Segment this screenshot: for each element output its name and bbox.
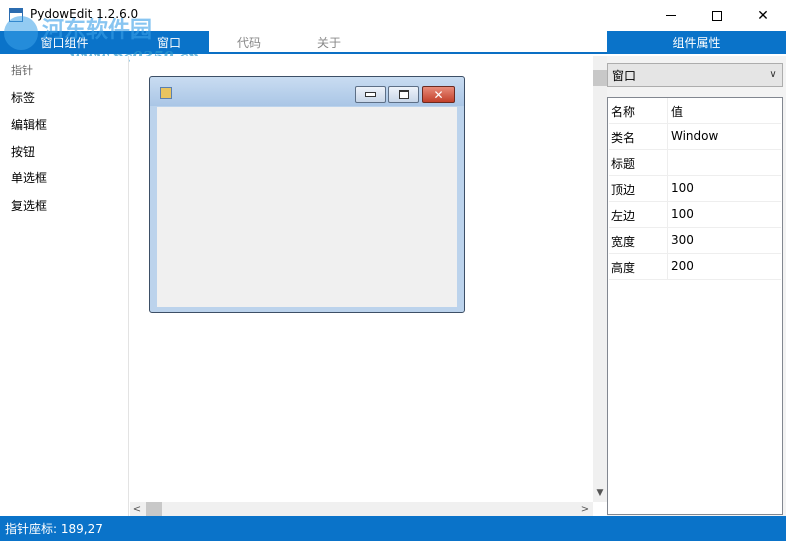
tool-pointer[interactable]: 指针 xyxy=(11,62,33,78)
scroll-left-icon[interactable]: < xyxy=(130,502,144,516)
form-preview-window[interactable]: ✕ xyxy=(149,76,465,313)
maximize-button[interactable] xyxy=(694,0,740,31)
tab-about[interactable]: 关于 xyxy=(289,31,369,54)
property-row[interactable]: 顶边 100 xyxy=(609,176,781,202)
property-key: 宽度 xyxy=(611,235,636,249)
property-row[interactable]: 左边 100 xyxy=(609,202,781,228)
property-row[interactable]: 宽度 300 xyxy=(609,228,781,254)
python-icon xyxy=(160,87,172,99)
component-select-value: 窗口 xyxy=(612,68,637,83)
property-key: 高度 xyxy=(611,261,636,275)
form-maximize-button[interactable] xyxy=(388,86,419,103)
status-bar: 指针座标: 189,27 xyxy=(0,516,786,541)
property-header-row: 名称 值 xyxy=(609,98,781,124)
property-header-key: 名称 xyxy=(611,105,636,119)
minimize-button[interactable] xyxy=(648,0,694,31)
property-key: 标题 xyxy=(611,157,636,171)
property-header-value: 值 xyxy=(671,105,684,119)
form-close-button[interactable]: ✕ xyxy=(422,86,455,103)
tab-properties[interactable]: 组件属性 xyxy=(607,31,786,54)
tool-radio[interactable]: 单选框 xyxy=(11,169,47,186)
close-icon: ✕ xyxy=(757,7,769,24)
property-key: 类名 xyxy=(611,131,636,145)
pointer-coordinates: 指针座标: 189,27 xyxy=(5,522,103,536)
scroll-down-icon[interactable]: ▼ xyxy=(593,486,607,500)
watermark-name: 河东软件园 xyxy=(42,17,153,43)
minimize-icon xyxy=(666,15,676,16)
tool-button[interactable]: 按钮 xyxy=(11,143,35,160)
property-row[interactable]: 类名 Window xyxy=(609,124,781,150)
property-row[interactable]: 标题 xyxy=(609,150,781,176)
maximize-icon xyxy=(398,90,409,99)
close-button[interactable]: ✕ xyxy=(740,0,786,31)
watermark-logo-icon xyxy=(4,16,38,50)
horizontal-scrollbar[interactable] xyxy=(130,502,593,516)
form-preview-titlebar[interactable]: ✕ xyxy=(150,77,464,106)
property-key: 左边 xyxy=(611,209,636,223)
property-value[interactable]: 100 xyxy=(671,181,694,195)
property-grid: 名称 值 类名 Window 标题 顶边 100 左边 100 宽度 300 高… xyxy=(607,97,783,515)
property-row[interactable]: 高度 200 xyxy=(609,254,781,280)
property-value[interactable]: 300 xyxy=(671,233,694,247)
property-value[interactable]: 100 xyxy=(671,207,694,221)
property-key: 顶边 xyxy=(611,183,636,197)
vertical-scrollbar[interactable] xyxy=(593,56,607,502)
close-icon: ✕ xyxy=(433,87,444,102)
property-value[interactable]: Window xyxy=(671,129,718,143)
tool-editbox[interactable]: 编辑框 xyxy=(11,116,47,133)
form-preview-client-area[interactable] xyxy=(157,107,457,307)
tab-code[interactable]: 代码 xyxy=(209,31,289,54)
vertical-scroll-thumb[interactable] xyxy=(593,70,607,86)
minimize-icon xyxy=(365,92,376,97)
property-value[interactable]: 200 xyxy=(671,259,694,273)
component-select[interactable]: 窗口 xyxy=(607,63,783,87)
scroll-right-icon[interactable]: > xyxy=(578,502,592,516)
tool-checkbox[interactable]: 复选框 xyxy=(11,197,47,214)
chevron-down-icon[interactable]: ∨ xyxy=(767,68,779,80)
horizontal-scroll-thumb[interactable] xyxy=(146,502,162,516)
form-minimize-button[interactable] xyxy=(355,86,386,103)
tool-label[interactable]: 标签 xyxy=(11,89,35,106)
maximize-icon xyxy=(712,10,722,21)
